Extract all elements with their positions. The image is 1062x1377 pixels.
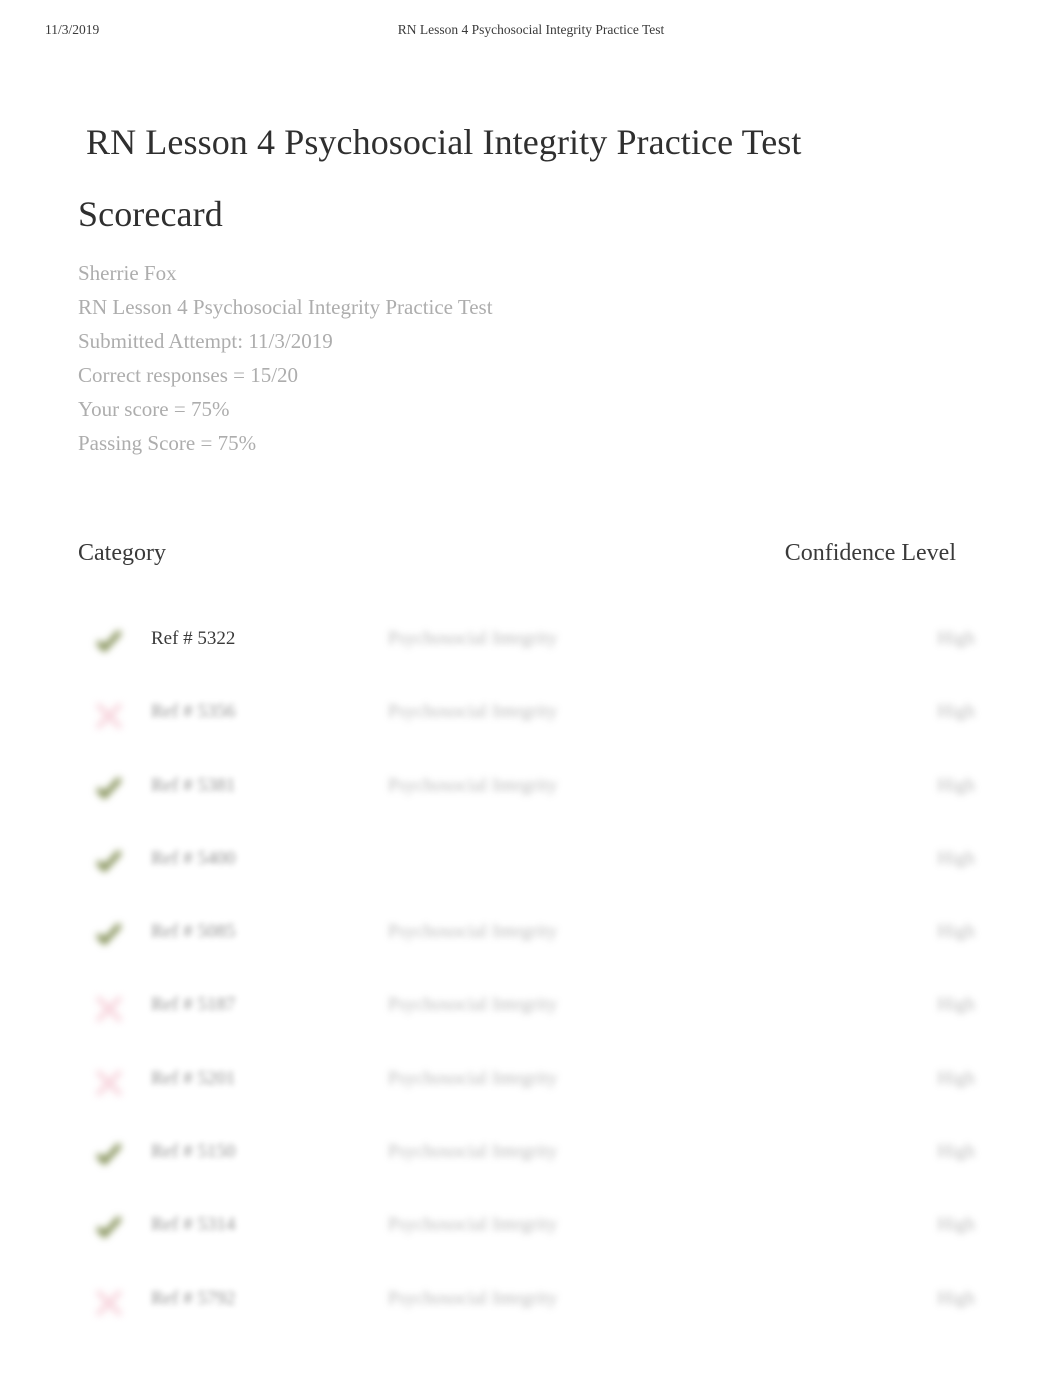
confidence-level-value: High xyxy=(937,774,975,796)
confidence-level-value: High xyxy=(937,628,975,649)
table-row[interactable]: Ref # 5085 Psychosocial Integrity High xyxy=(0,903,1062,976)
test-name: RN Lesson 4 Psychosocial Integrity Pract… xyxy=(78,295,493,319)
confidence-level-value: High xyxy=(937,1214,975,1236)
document-body: RN Lesson 4 Psychosocial Integrity Pract… xyxy=(0,0,1062,1377)
table-row[interactable]: Ref # 5201 Psychosocial Integrity High xyxy=(0,1050,1062,1123)
confidence-level-value: High xyxy=(937,994,975,1016)
passing-score: Passing Score = 75% xyxy=(78,431,257,455)
table-row[interactable]: Ref # 5187 Psychosocial Integrity High xyxy=(0,976,1062,1049)
page-title: RN Lesson 4 Psychosocial Integrity Pract… xyxy=(78,106,958,250)
table-row[interactable]: Ref # 5356 Psychosocial Integrity High xyxy=(0,683,1062,756)
correct-responses: Correct responses = 15/20 xyxy=(78,363,299,387)
table-row[interactable]: Ref # 5792 Psychosocial Integrity High xyxy=(0,1270,1062,1343)
student-name: Sherrie Fox xyxy=(78,261,177,285)
submitted-attempt: Submitted Attempt: 11/3/2019 xyxy=(78,329,333,353)
page-title-line-1: RN Lesson 4 Psychosocial Integrity Pract… xyxy=(86,122,802,163)
your-score: Your score = 75% xyxy=(78,397,230,421)
confidence-level-value: High xyxy=(937,701,975,723)
table-header-row: Category Confidence Level xyxy=(0,540,1062,588)
table-row[interactable]: Ref # 5322 Psychosocial Integrity High xyxy=(0,610,1062,683)
confidence-level-value: High xyxy=(937,847,975,869)
column-header-confidence-level: Confidence Level xyxy=(784,540,956,566)
scorecard-table: Category Confidence Level Ref # 5322 Psyc… xyxy=(0,540,1062,1343)
confidence-level-value: High xyxy=(937,921,975,943)
table-row[interactable]: Ref # 5150 Psychosocial Integrity High xyxy=(0,1123,1062,1196)
table-row-group: Ref # 5322 Psychosocial Integrity High Ref … xyxy=(0,610,1062,1343)
confidence-level-value: High xyxy=(937,1141,975,1163)
table-row[interactable]: Ref # 5381 Psychosocial Integrity High xyxy=(0,757,1062,830)
page-title-line-2: Scorecard xyxy=(78,194,223,235)
table-row[interactable]: Ref # 5400 High xyxy=(0,830,1062,903)
table-row[interactable]: Ref # 5314 Psychosocial Integrity High xyxy=(0,1196,1062,1269)
scorecard-metadata: Sherrie Fox RN Lesson 4 Psychosocial Int… xyxy=(78,256,778,460)
confidence-level-value: High xyxy=(937,1067,975,1089)
confidence-level-value: High xyxy=(937,1287,975,1309)
